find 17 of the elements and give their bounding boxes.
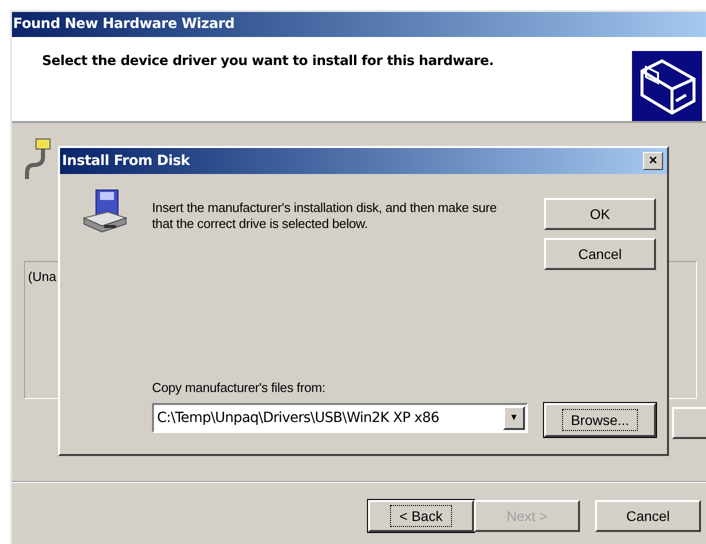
cancel-button[interactable]: Cancel [544, 238, 656, 270]
floppy-drive-icon [80, 188, 128, 234]
hidden-button[interactable] [672, 407, 706, 439]
back-button[interactable]: < Back [368, 500, 474, 532]
list-text: (Una [28, 269, 56, 284]
dialog-message: Insert the manufacturer's installation disk, and then make sure that the correct drive is selected below. [152, 200, 497, 232]
window-title: Found New Hardware Wizard [13, 15, 234, 34]
browse-button[interactable]: Browse... [544, 403, 656, 437]
path-combo-box[interactable]: C:\Temp\Unpaq\Drivers\USB\Win2K XP x86 ▼ [152, 403, 528, 433]
header-heading: Select the device driver you want to install for this hardware. [42, 52, 494, 71]
path-value: C:\Temp\Unpaq\Drivers\USB\Win2K XP x86 [156, 408, 440, 428]
field-label: Copy manufacturer's files from: [152, 379, 326, 397]
dropdown-button[interactable]: ▼ [503, 406, 525, 430]
cancel-button[interactable]: Cancel [595, 500, 701, 532]
ok-button[interactable]: OK [544, 198, 656, 230]
close-button[interactable]: ✕ [643, 152, 663, 170]
dialog-title: Install From Disk [62, 152, 190, 170]
